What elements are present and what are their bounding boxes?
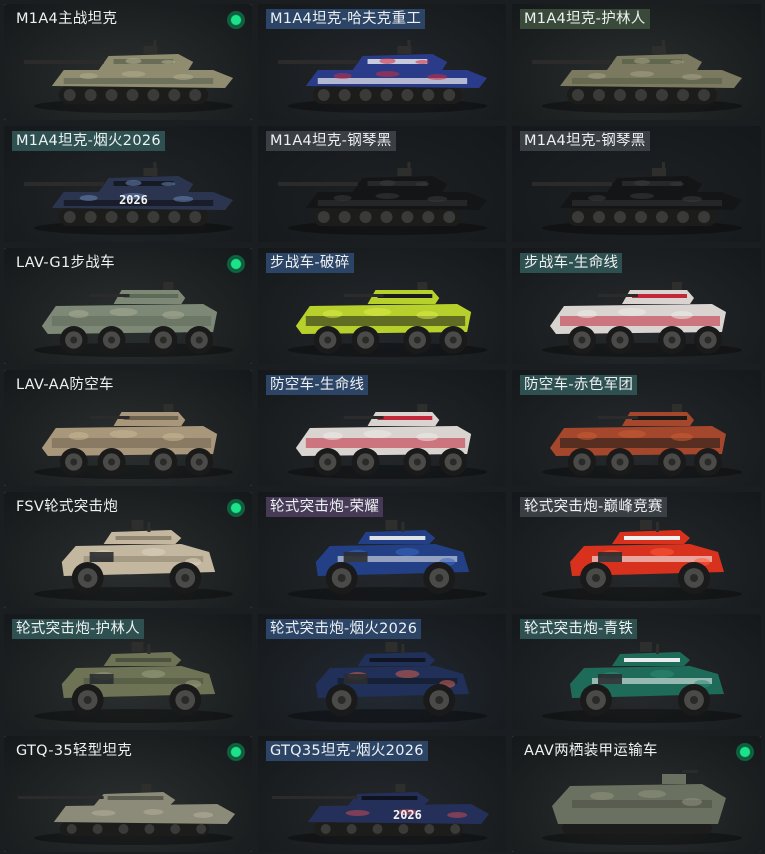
vehicle-skin-name: 步战车-生命线 [520, 253, 623, 273]
vehicle-skin-card[interactable]: M1A4坦克-钢琴黑 [258, 126, 506, 242]
svg-text:2026: 2026 [393, 808, 422, 822]
vehicle-skin-name: M1A4坦克-哈夫克重工 [266, 9, 426, 29]
vehicle-skin-card[interactable]: 轮式突击炮-烟火2026 [258, 614, 506, 730]
vehicle-skin-card[interactable]: AAV两栖装甲运输车 [512, 736, 761, 852]
vehicle-skin-card[interactable]: 轮式突击炮-荣耀 [258, 492, 506, 608]
vehicle-skin-name: 防空车-生命线 [266, 375, 369, 395]
owned-indicator-icon [736, 743, 754, 761]
vehicle-skin-name: 步战车-破碎 [266, 253, 354, 273]
vehicle-skin-card[interactable]: 防空车-生命线 [258, 370, 506, 486]
vehicle-skin-card[interactable]: LAV-G1步战车 [4, 248, 252, 364]
vehicle-skin-card[interactable]: 步战车-破碎 [258, 248, 506, 364]
vehicle-skin-card[interactable]: 2026 M1A4坦克-烟火2026 [4, 126, 252, 242]
owned-indicator-icon [227, 255, 245, 273]
svg-text:2026: 2026 [119, 193, 148, 207]
vehicle-skin-card[interactable]: 轮式突击炮-青铁 [512, 614, 761, 730]
vehicle-skin-grid: M1A4主战坦克 M1A4坦克-哈夫克重工 M1A4坦克-护林人 2026 M1A4坦克… [4, 4, 761, 852]
vehicle-skin-name: AAV两栖装甲运输车 [524, 743, 658, 759]
vehicle-skin-card[interactable]: 步战车-生命线 [512, 248, 761, 364]
owned-indicator-icon [227, 499, 245, 517]
vehicle-skin-card[interactable]: M1A4主战坦克 [4, 4, 252, 120]
owned-indicator-icon [227, 743, 245, 761]
vehicle-skin-card[interactable]: 2026 GTQ35坦克-烟火2026 [258, 736, 506, 852]
vehicle-skin-name: 轮式突击炮-荣耀 [266, 497, 384, 517]
vehicle-skin-name: M1A4主战坦克 [16, 11, 118, 27]
vehicle-skin-name: M1A4坦克-钢琴黑 [520, 131, 650, 151]
vehicle-skin-name: 防空车-赤色军团 [520, 375, 638, 395]
vehicle-skin-card[interactable]: FSV轮式突击炮 [4, 492, 252, 608]
vehicle-skin-card[interactable]: 轮式突击炮-巅峰竞赛 [512, 492, 761, 608]
vehicle-skin-name: M1A4坦克-钢琴黑 [266, 131, 396, 151]
vehicle-skin-name: GTQ-35轻型坦克 [16, 743, 133, 759]
vehicle-skin-name: M1A4坦克-烟火2026 [12, 131, 165, 151]
vehicle-skin-name: 轮式突击炮-烟火2026 [266, 619, 422, 639]
vehicle-skin-name: 轮式突击炮-护林人 [12, 619, 144, 639]
vehicle-skin-card[interactable]: M1A4坦克-钢琴黑 [512, 126, 761, 242]
vehicle-skin-name: LAV-G1步战车 [16, 255, 115, 271]
vehicle-skin-name: 轮式突击炮-巅峰竞赛 [520, 497, 667, 517]
vehicle-skin-card[interactable]: M1A4坦克-哈夫克重工 [258, 4, 506, 120]
owned-indicator-icon [227, 11, 245, 29]
vehicle-skin-card[interactable]: 防空车-赤色军团 [512, 370, 761, 486]
vehicle-skin-name: M1A4坦克-护林人 [520, 9, 650, 29]
vehicle-skin-card[interactable]: GTQ-35轻型坦克 [4, 736, 252, 852]
vehicle-skin-name: FSV轮式突击炮 [16, 499, 119, 515]
vehicle-skin-name: GTQ35坦克-烟火2026 [266, 741, 428, 761]
vehicle-skin-card[interactable]: 轮式突击炮-护林人 [4, 614, 252, 730]
vehicle-skin-card[interactable]: M1A4坦克-护林人 [512, 4, 761, 120]
vehicle-skin-card[interactable]: LAV-AA防空车 [4, 370, 252, 486]
vehicle-skin-name: LAV-AA防空车 [16, 377, 114, 393]
vehicle-skin-name: 轮式突击炮-青铁 [520, 619, 638, 639]
